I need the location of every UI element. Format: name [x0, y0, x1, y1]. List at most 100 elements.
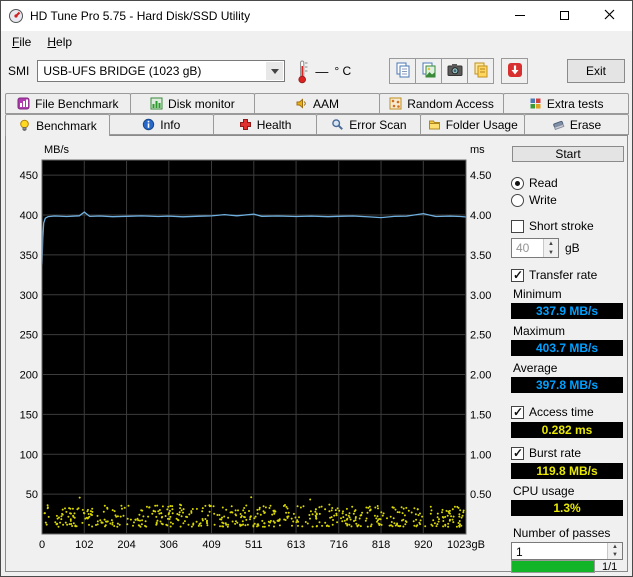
error-scan-icon — [331, 118, 344, 131]
spin-up-icon[interactable] — [608, 543, 622, 551]
tab-extra-tests[interactable]: Extra tests — [503, 93, 629, 114]
copy-screenshot-icon — [420, 61, 438, 82]
menubar: FileHelp — [1, 31, 632, 52]
svg-text:4.50: 4.50 — [470, 170, 491, 182]
short-stroke-size-input[interactable]: 40 — [511, 238, 559, 258]
spin-up-icon[interactable] — [544, 239, 558, 248]
tab-row-1: File BenchmarkDisk monitor AAM Random Acce… — [5, 93, 628, 114]
minimum-label: Minimum — [513, 287, 628, 301]
checkbox-checked-icon — [511, 406, 524, 419]
tab-disk-monitor[interactable]: Disk monitor — [130, 93, 256, 114]
control-panel: Start Read Write Short stroke 40 — [508, 140, 630, 567]
short-stroke-unit-label: gB — [565, 241, 580, 255]
tab-info[interactable]: Info — [109, 114, 214, 135]
short-stroke-size-value: 40 — [512, 239, 543, 257]
erase-icon — [552, 118, 565, 131]
start-button[interactable]: Start — [512, 146, 624, 162]
cpu-usage-label: CPU usage — [513, 484, 628, 498]
svg-text:50: 50 — [26, 489, 38, 501]
copy-info-button[interactable] — [389, 58, 416, 84]
svg-text:716: 716 — [330, 539, 348, 551]
write-radio[interactable]: Write — [511, 193, 628, 207]
checkbox-checked-icon — [511, 447, 524, 460]
checkbox-checked-icon — [511, 269, 524, 282]
passes-value: 1 — [512, 543, 607, 559]
svg-text:0.50: 0.50 — [470, 489, 491, 501]
read-label: Read — [529, 176, 558, 190]
minimize-button[interactable] — [497, 1, 542, 30]
svg-text:3.00: 3.00 — [470, 290, 491, 302]
drive-selector-combobox[interactable]: USB-UFS BRIDGE (1023 gB) — [37, 60, 285, 82]
svg-text:0: 0 — [39, 539, 45, 551]
svg-text:818: 818 — [372, 539, 390, 551]
camera-button[interactable] — [441, 58, 468, 84]
benchmark-chart: 450400350300250200150100504.504.003.503.… — [8, 140, 504, 560]
menu-file[interactable]: File — [4, 33, 39, 51]
spinner-arrows — [607, 543, 622, 559]
tab-benchmark[interactable]: Benchmark — [5, 114, 110, 136]
maximize-icon — [560, 11, 569, 20]
tab-file-benchmark[interactable]: File Benchmark — [5, 93, 131, 114]
tab-error-scan[interactable]: Error Scan — [316, 114, 421, 135]
tab-random-access[interactable]: Random Access — [379, 93, 505, 114]
radio-selected-icon — [511, 177, 524, 190]
svg-text:250: 250 — [20, 330, 38, 342]
svg-text:ms: ms — [470, 144, 485, 156]
maximize-button[interactable] — [542, 1, 587, 30]
tab-folder-usage[interactable]: Folder Usage — [420, 114, 525, 135]
burst-rate-label: Burst rate — [529, 446, 581, 460]
short-stroke-label: Short stroke — [529, 219, 594, 233]
copy-screenshot-button[interactable] — [415, 58, 442, 84]
svg-text:400: 400 — [20, 210, 38, 222]
tab-aam[interactable]: AAM — [254, 93, 380, 114]
tab-health[interactable]: Health — [213, 114, 318, 135]
tab-row-2: Benchmark Info Health Error ScanFolder Usag… — [5, 114, 628, 135]
svg-text:2.00: 2.00 — [470, 370, 491, 382]
transfer-rate-checkbox[interactable]: Transfer rate — [511, 268, 628, 282]
window-title: HD Tune Pro 5.75 - Hard Disk/SSD Utility — [30, 9, 497, 23]
passes-input[interactable]: 1 — [511, 542, 623, 560]
folder-usage-icon — [428, 118, 441, 131]
spin-down-icon[interactable] — [544, 248, 558, 257]
access-time-value: 0.282 ms — [511, 422, 623, 438]
disk-monitor-icon — [150, 97, 163, 110]
red-down-arrow-icon — [506, 61, 524, 82]
svg-text:200: 200 — [20, 370, 38, 382]
save-results-button[interactable] — [501, 58, 528, 84]
thermometer-icon — [295, 59, 309, 84]
average-label: Average — [513, 361, 628, 375]
benchmark-icon — [18, 119, 31, 132]
write-label: Write — [529, 193, 557, 207]
extra-tests-icon — [529, 97, 542, 110]
close-button[interactable] — [587, 1, 632, 30]
svg-text:3.50: 3.50 — [470, 250, 491, 262]
random-access-icon — [389, 97, 402, 110]
drive-type-label: SMI — [8, 64, 29, 78]
tab-label: AAM — [313, 97, 339, 111]
spinner-arrows — [543, 239, 558, 257]
tab-erase[interactable]: Erase — [524, 114, 629, 135]
short-stroke-checkbox[interactable]: Short stroke — [511, 219, 628, 233]
burst-rate-checkbox[interactable]: Burst rate — [511, 446, 628, 460]
access-time-label: Access time — [529, 405, 594, 419]
svg-text:306: 306 — [160, 539, 178, 551]
tab-label: Random Access — [407, 97, 494, 111]
tab-label: Benchmark — [36, 119, 97, 133]
svg-text:102: 102 — [75, 539, 93, 551]
temperature-unit: ° C — [334, 64, 351, 78]
average-value: 397.8 MB/s — [511, 377, 623, 393]
svg-text:409: 409 — [202, 539, 220, 551]
health-icon — [239, 118, 252, 131]
spin-down-icon[interactable] — [608, 551, 622, 559]
temperature-value: — — [315, 64, 328, 79]
exit-button[interactable]: Exit — [567, 59, 625, 83]
file-benchmark-icon — [17, 97, 30, 110]
progress-row: 1/1 — [511, 560, 628, 573]
access-time-checkbox[interactable]: Access time — [511, 405, 628, 419]
read-radio[interactable]: Read — [511, 176, 628, 190]
minimum-value: 337.9 MB/s — [511, 303, 623, 319]
svg-text:4.00: 4.00 — [470, 210, 491, 222]
menu-help[interactable]: Help — [39, 33, 80, 51]
save-screenshot-button[interactable] — [467, 58, 494, 84]
tab-label: Health — [257, 118, 292, 132]
